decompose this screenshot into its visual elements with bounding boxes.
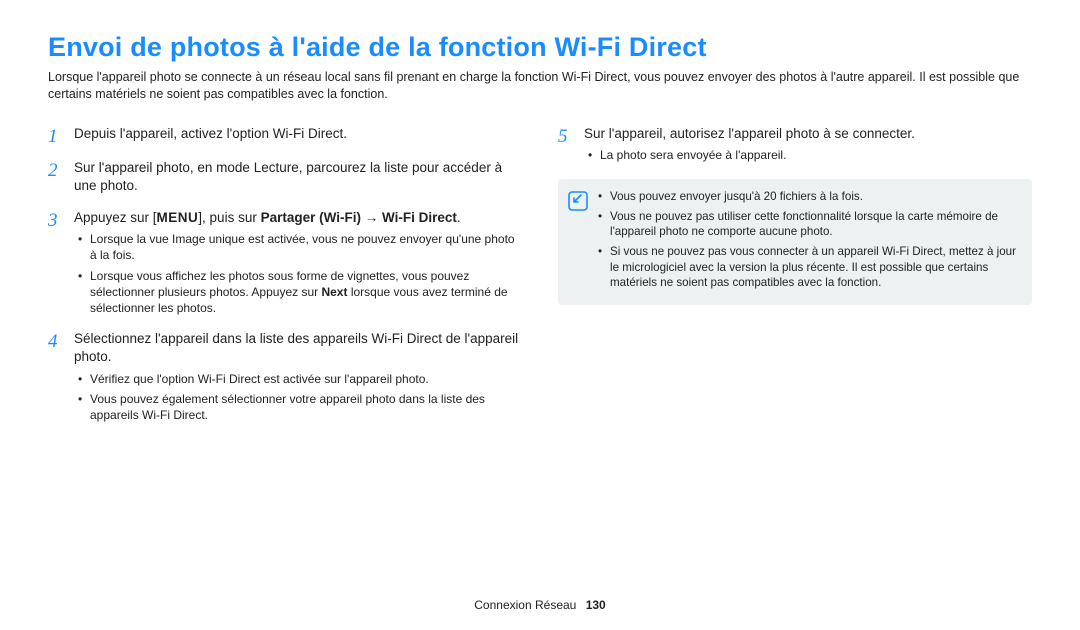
step-subitem: Lorsque vous affichez les photos sous fo… <box>78 268 522 317</box>
step-number: 3 <box>48 209 74 233</box>
right-column: 5 Sur l'appareil, autorisez l'appareil p… <box>558 125 1032 437</box>
step-2: 2 Sur l'appareil photo, en mode Lecture,… <box>48 159 522 199</box>
step-number: 5 <box>558 125 584 149</box>
footer-page-number: 130 <box>586 598 606 612</box>
note-item: Vous pouvez envoyer jusqu'à 20 fichiers … <box>598 189 1020 205</box>
note-item: Si vous ne pouvez pas vous connecter à u… <box>598 244 1020 291</box>
step-text: Sur l'appareil photo, en mode Lecture, p… <box>74 159 522 195</box>
step-4: 4 Sélectionnez l'appareil dans la liste … <box>48 330 522 427</box>
step-5: 5 Sur l'appareil, autorisez l'appareil p… <box>558 125 1032 167</box>
step-text: Appuyez sur [MENU], puis sur Partager (W… <box>74 209 522 227</box>
info-icon <box>568 191 590 216</box>
step-number: 1 <box>48 125 74 149</box>
step-1: 1 Depuis l'appareil, activez l'option Wi… <box>48 125 522 149</box>
page-title: Envoi de photos à l'aide de la fonction … <box>48 32 1032 63</box>
step-text: Depuis l'appareil, activez l'option Wi-F… <box>74 125 347 143</box>
page-footer: Connexion Réseau 130 <box>0 598 1080 612</box>
step-subitem: Vérifiez que l'option Wi-Fi Direct est a… <box>78 371 522 387</box>
step-number: 2 <box>48 159 74 183</box>
step-3: 3 Appuyez sur [MENU], puis sur Partager … <box>48 209 522 320</box>
note-item: Vous ne pouvez pas utiliser cette foncti… <box>598 209 1020 240</box>
menu-glyph: MENU <box>157 210 199 225</box>
step-number: 4 <box>48 330 74 354</box>
step-subitem: La photo sera envoyée à l'appareil. <box>588 147 915 163</box>
info-callout: Vous pouvez envoyer jusqu'à 20 fichiers … <box>558 179 1032 305</box>
step-text: Sélectionnez l'appareil dans la liste de… <box>74 330 522 366</box>
step-text: Sur l'appareil, autorisez l'appareil pho… <box>584 125 915 143</box>
intro-paragraph: Lorsque l'appareil photo se connecte à u… <box>48 69 1032 103</box>
step-subitem: Vous pouvez également sélectionner votre… <box>78 391 522 423</box>
footer-section: Connexion Réseau <box>474 598 576 612</box>
left-column: 1 Depuis l'appareil, activez l'option Wi… <box>48 125 522 437</box>
step-subitem: Lorsque la vue Image unique est activée,… <box>78 231 522 263</box>
